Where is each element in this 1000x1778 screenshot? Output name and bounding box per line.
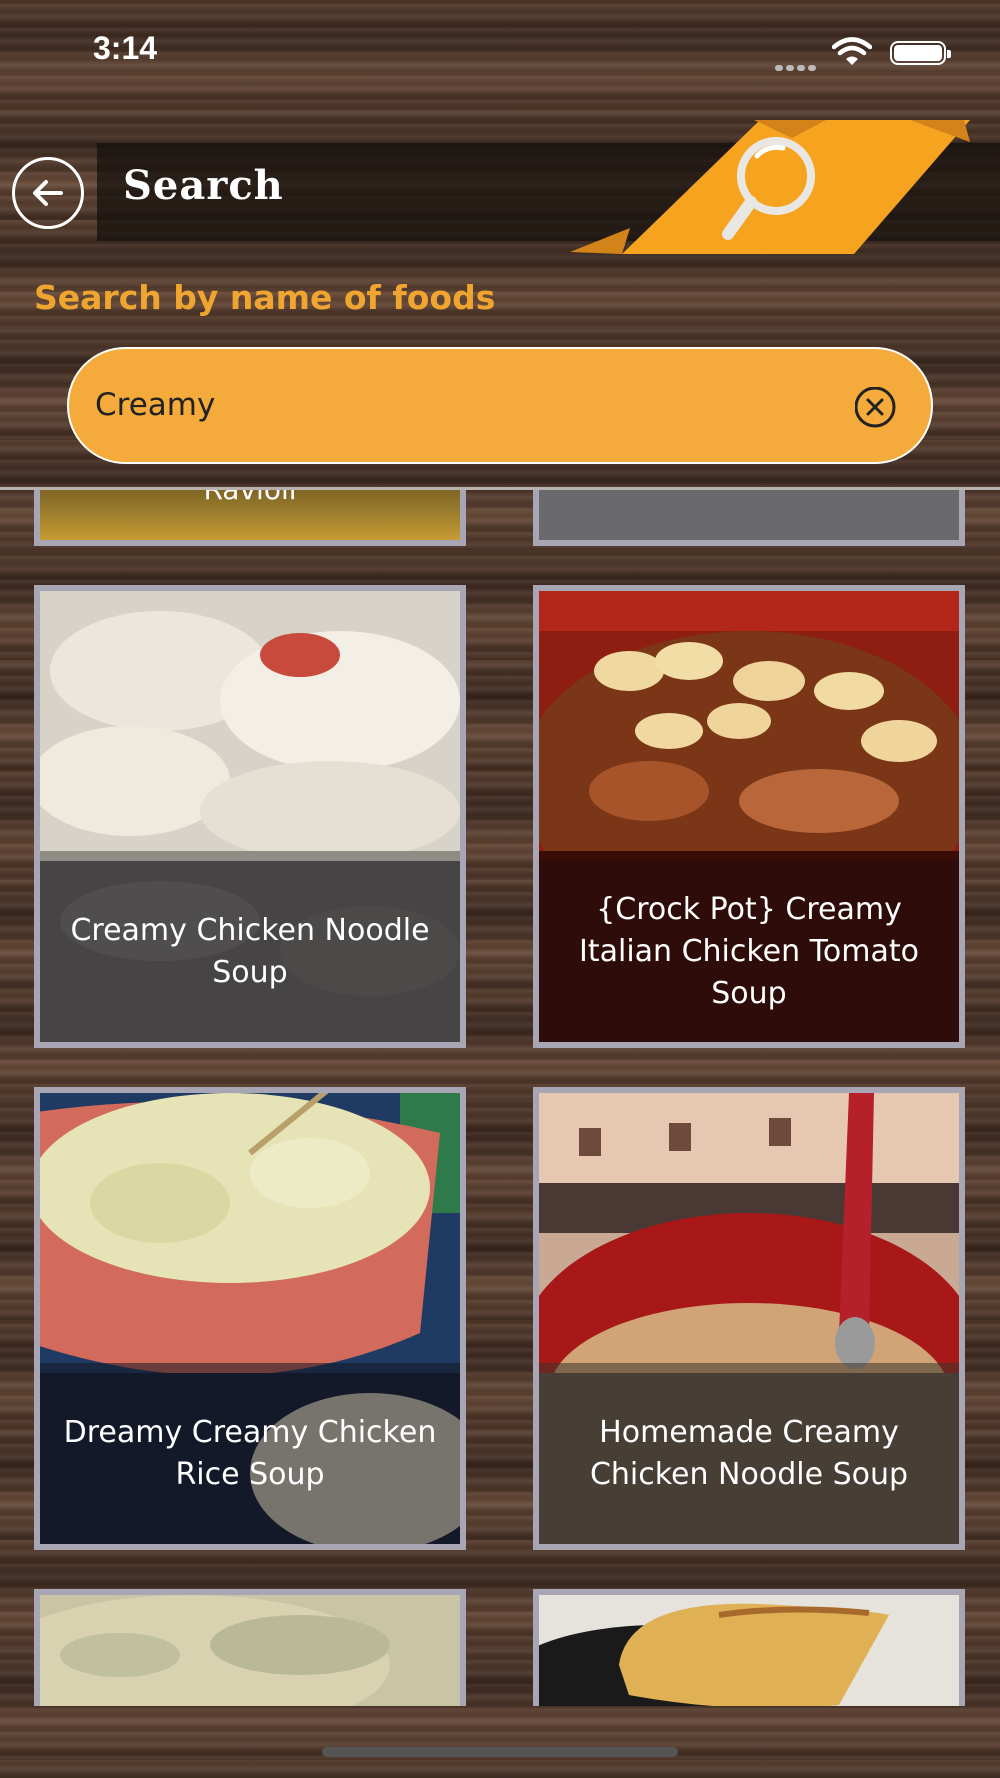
status-time: 3:14 xyxy=(93,30,158,66)
result-card[interactable] xyxy=(34,1589,466,1706)
result-card[interactable]: Dreamy Creamy Chicken Rice Soup xyxy=(34,1087,466,1550)
wifi-icon xyxy=(831,36,873,70)
clear-icon xyxy=(854,386,896,428)
search-input[interactable] xyxy=(95,377,855,433)
result-card[interactable]: Ravioli xyxy=(34,490,466,546)
result-card-title xyxy=(539,490,959,510)
result-card-title: Ravioli xyxy=(40,490,460,510)
result-card-title: Homemade Creamy Chicken Noodle Soup xyxy=(539,1363,959,1544)
clear-button[interactable] xyxy=(854,386,896,428)
result-card[interactable]: Creamy Chicken Noodle Soup xyxy=(34,585,466,1048)
results-grid[interactable]: Ravioli Creamy Chicken Noodle Soup xyxy=(0,490,1000,1706)
search-field[interactable] xyxy=(67,347,933,464)
home-indicator[interactable] xyxy=(322,1747,678,1757)
signal-icon xyxy=(775,56,819,75)
food-image xyxy=(40,1595,460,1706)
result-card-title: Creamy Chicken Noodle Soup xyxy=(40,861,460,1042)
food-image xyxy=(539,1595,959,1706)
search-label: Search by name of foods xyxy=(34,278,496,317)
result-card-title: {Crock Pot} Creamy Italian Chicken Tomat… xyxy=(539,861,959,1042)
result-card[interactable] xyxy=(533,1589,965,1706)
search-banner[interactable] xyxy=(570,118,970,262)
status-bar: 3:14 xyxy=(0,0,1000,100)
back-button[interactable] xyxy=(12,157,84,229)
back-arrow-icon xyxy=(33,180,63,206)
result-card[interactable]: {Crock Pot} Creamy Italian Chicken Tomat… xyxy=(533,585,965,1048)
result-card[interactable] xyxy=(533,490,965,546)
battery-icon xyxy=(890,41,951,65)
result-card-title: Dreamy Creamy Chicken Rice Soup xyxy=(40,1363,460,1544)
result-card[interactable]: Homemade Creamy Chicken Noodle Soup xyxy=(533,1087,965,1550)
page-title: Search xyxy=(123,162,284,209)
